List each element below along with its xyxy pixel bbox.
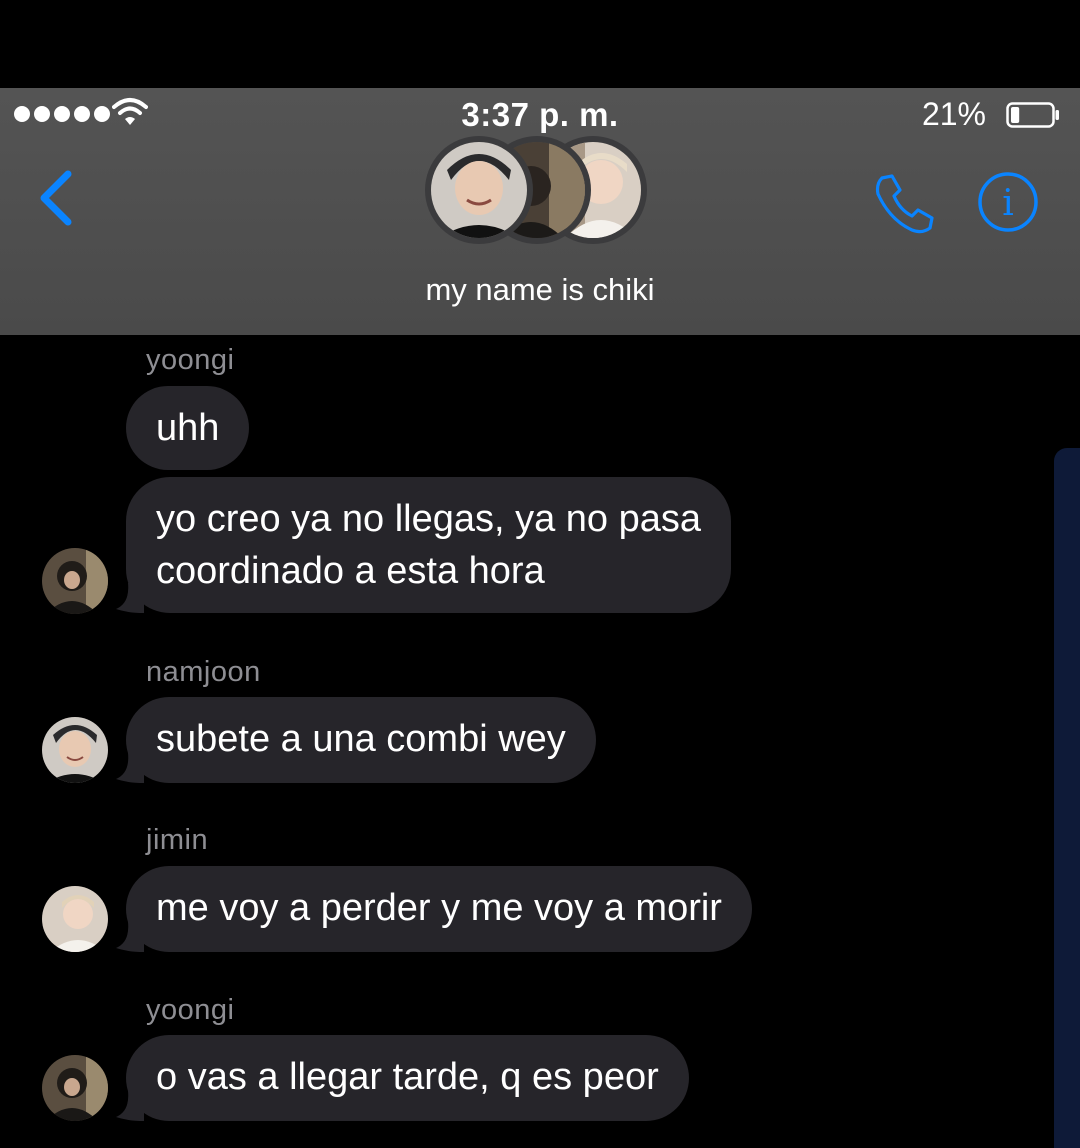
status-bar: 3:37 p. m. 21% <box>0 88 1080 140</box>
bubble-tail <box>116 1091 144 1121</box>
scrollbar[interactable] <box>1054 448 1080 1148</box>
svg-text:i: i <box>1002 183 1014 224</box>
group-name[interactable]: my name is chiki <box>0 272 1080 308</box>
message-bubble[interactable]: subete a una combi wey <box>126 697 596 783</box>
avatar-yoongi[interactable] <box>42 1055 108 1121</box>
chat-header: 3:37 p. m. 21% my name is chiki i <box>0 88 1080 335</box>
group-avatar-stack[interactable] <box>425 136 655 248</box>
avatar-jimin[interactable] <box>42 886 108 952</box>
sender-name: jimin <box>146 824 209 856</box>
top-band <box>0 0 1080 88</box>
avatar-namjoon[interactable] <box>42 717 108 783</box>
sender-name: namjoon <box>146 656 261 688</box>
avatar-yoongi[interactable] <box>42 548 108 614</box>
message-bubble[interactable]: uhh <box>126 386 250 470</box>
bubble-tail <box>116 583 144 613</box>
sender-name: yoongi <box>146 344 235 376</box>
phone-icon[interactable] <box>872 172 936 236</box>
back-chevron-icon[interactable] <box>34 168 78 228</box>
battery-percentage: 21% <box>921 96 986 132</box>
group-avatar-namjoon <box>425 136 533 244</box>
message-bubble[interactable]: yo creo ya no llegas, ya no pasa coordin… <box>126 477 732 613</box>
message-bubble[interactable]: me voy a perder y me voy a morir <box>126 866 752 952</box>
status-time: 3:37 p. m. <box>461 96 619 133</box>
sender-name: yoongi <box>146 994 235 1026</box>
bubble-tail <box>116 922 144 952</box>
bubble-tail <box>116 753 144 783</box>
message-bubble[interactable]: o vas a llegar tarde, q es peor <box>126 1035 689 1121</box>
battery-icon <box>1006 102 1059 128</box>
info-icon[interactable]: i <box>976 170 1040 234</box>
